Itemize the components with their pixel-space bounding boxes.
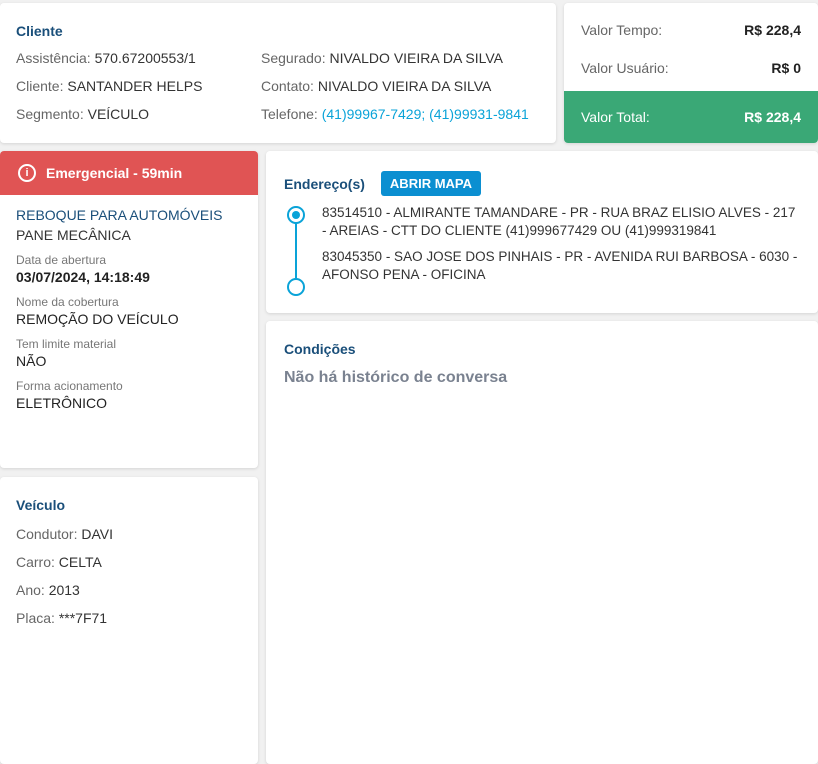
acionamento-label: Forma acionamento (16, 379, 123, 393)
contato-row: Contato: NIVALDO VIEIRA DA SILVA (261, 77, 529, 105)
valor-usuario-label: Valor Usuário: (581, 60, 669, 76)
segmento-row: Segmento: VEÍCULO (16, 105, 202, 133)
telefone-row: Telefone: (41)99967-7429; (41)99931-9841 (261, 105, 529, 133)
condutor-value: DAVI (81, 526, 114, 542)
segurado-row: Segurado: NIVALDO VIEIRA DA SILVA (261, 49, 529, 77)
assistencia-row: Assistência: 570.67200553/1 (16, 49, 202, 77)
veiculo-card: Veículo Condutor: DAVI Carro: CELTA Ano:… (0, 477, 258, 764)
placa-row: Placa: ***7F71 (16, 609, 242, 637)
motivo-text: PANE MECÂNICA (16, 227, 131, 243)
condicoes-title: Condições (284, 341, 356, 357)
endereco-destino: 83045350 - SAO JOSE DOS PINHAIS - PR - A… (322, 249, 798, 282)
placa-value: ***7F71 (58, 610, 108, 626)
address-timeline: 83514510 - ALMIRANTE TAMANDARE - PR - RU… (284, 204, 800, 296)
condicoes-empty-message: Não há histórico de conversa (284, 369, 508, 386)
cliente-title: Cliente (16, 23, 63, 39)
acionamento-value: ELETRÔNICO (16, 395, 108, 411)
timeline-line (295, 220, 297, 284)
condutor-row: Condutor: DAVI (16, 525, 242, 553)
valor-total-row: Valor Total: R$ 228,4 (564, 91, 818, 143)
servico-title: REBOQUE PARA AUTOMÓVEIS (16, 207, 223, 223)
assistencia-value: 570.67200553/1 (94, 50, 196, 66)
limite-value: NÃO (16, 353, 47, 369)
cobertura-label: Nome da cobertura (16, 295, 119, 309)
info-circle-icon: i (18, 164, 36, 182)
contato-value: NIVALDO VIEIRA DA SILVA (317, 78, 492, 94)
endereco-title: Endereço(s) (284, 175, 365, 192)
cobertura-value: REMOÇÃO DO VEÍCULO (16, 311, 179, 327)
telefone-link[interactable]: (41)99967-7429; (41)99931-9841 (322, 106, 529, 122)
ano-label: Ano: (16, 582, 45, 598)
endereco-origem: 83514510 - ALMIRANTE TAMANDARE - PR - RU… (322, 205, 796, 238)
carro-label: Carro: (16, 554, 55, 570)
ano-value: 2013 (48, 582, 80, 598)
valor-usuario-value: R$ 0 (771, 60, 801, 76)
segurado-label: Segurado: (261, 50, 326, 66)
abrir-mapa-button[interactable]: ABRIR MAPA (380, 171, 482, 196)
veiculo-title: Veículo (16, 497, 66, 513)
condutor-label: Condutor: (16, 526, 78, 542)
segurado-value: NIVALDO VIEIRA DA SILVA (329, 50, 504, 66)
valor-total-value: R$ 228,4 (744, 109, 801, 125)
emergencia-banner: i Emergencial - 59min (0, 151, 258, 195)
cliente-value: SANTANDER HELPS (67, 78, 203, 94)
carro-value: CELTA (58, 554, 102, 570)
ano-row: Ano: 2013 (16, 581, 242, 609)
valor-tempo-label: Valor Tempo: (581, 22, 663, 38)
valor-tempo-value: R$ 228,4 (744, 22, 801, 38)
placa-label: Placa: (16, 610, 55, 626)
endereco-card: Endereço(s) ABRIR MAPA 83514510 - ALMIRA… (266, 151, 818, 313)
filled-circle-icon (287, 206, 305, 224)
valores-card: Valor Tempo: R$ 228,4 Valor Usuário: R$ … (564, 3, 818, 143)
data-abertura-value: 03/07/2024, 14:18:49 (16, 269, 150, 285)
segmento-label: Segmento: (16, 106, 84, 122)
emergencia-label: Emergencial - 59min (46, 165, 183, 181)
cliente-card: Cliente Assistência: 570.67200553/1 Clie… (0, 3, 556, 143)
detalhes-card: i Emergencial - 59min REBOQUE PARA AUTOM… (0, 151, 258, 468)
limite-label: Tem limite material (16, 337, 117, 351)
cliente-label: Cliente: (16, 78, 64, 94)
assistencia-label: Assistência: (16, 50, 91, 66)
valor-total-label: Valor Total: (581, 109, 650, 125)
cliente-row: Cliente: SANTANDER HELPS (16, 77, 202, 105)
segmento-value: VEÍCULO (87, 106, 150, 122)
contato-label: Contato: (261, 78, 314, 94)
valor-tempo-row: Valor Tempo: R$ 228,4 (564, 11, 818, 49)
carro-row: Carro: CELTA (16, 553, 242, 581)
valor-usuario-row: Valor Usuário: R$ 0 (564, 49, 818, 87)
condicoes-card: Condições Não há histórico de conversa (266, 321, 818, 764)
data-abertura-label: Data de abertura (16, 253, 107, 267)
telefone-label: Telefone: (261, 106, 318, 122)
empty-circle-icon (287, 278, 305, 296)
